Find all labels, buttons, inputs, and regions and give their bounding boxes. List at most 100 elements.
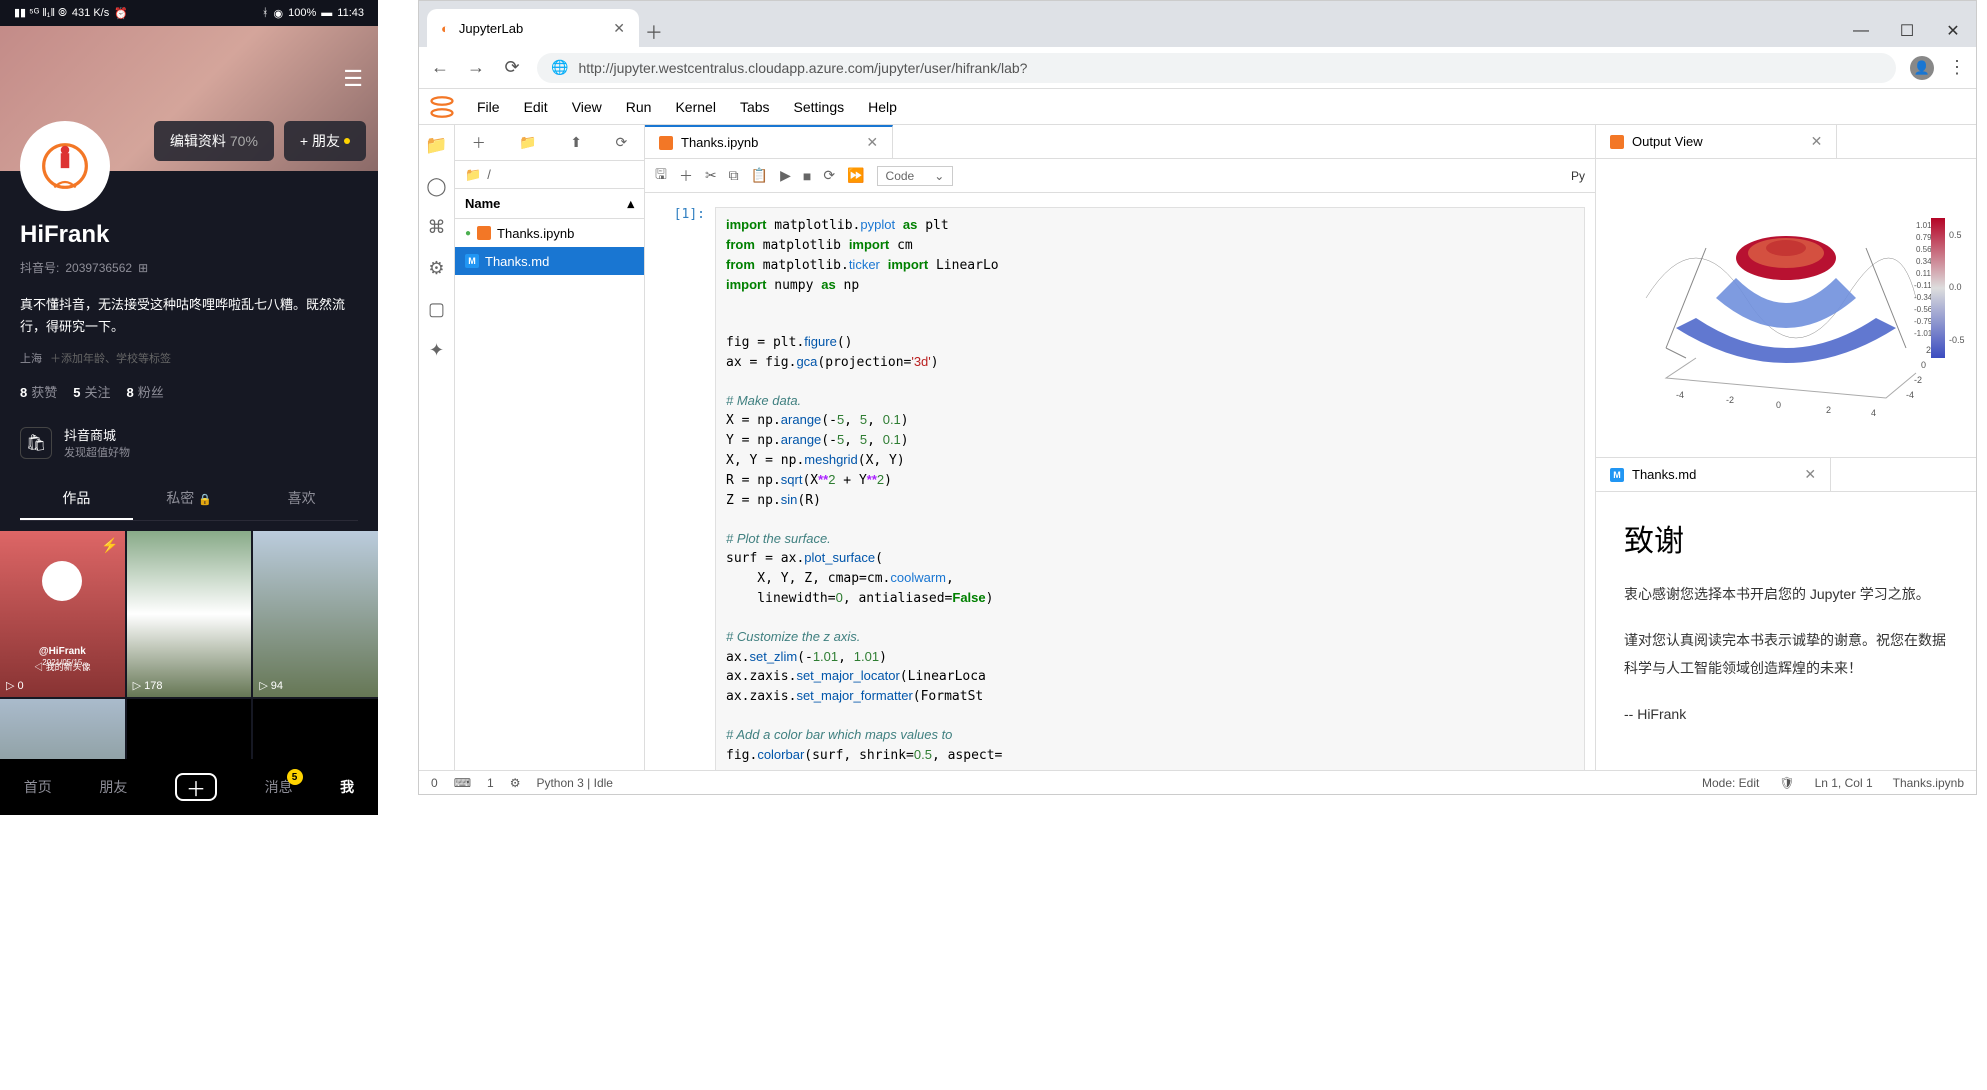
svg-text:-0.79: -0.79 xyxy=(1914,317,1933,326)
file-item[interactable]: M Thanks.md xyxy=(455,247,644,275)
svg-text:1.01: 1.01 xyxy=(1916,221,1932,230)
file-item[interactable]: ● Thanks.ipynb xyxy=(455,219,644,247)
status-bar: 0 ⌨ 1 ⚙ Python 3 | Idle Mode: Edit 🛡 Ln … xyxy=(419,770,1976,794)
video-thumb[interactable]: ⚡ @HiFrank 2021/05/15 ◁ 我的新头像 ▷0 xyxy=(0,531,125,697)
svg-text:-0.56: -0.56 xyxy=(1914,305,1933,314)
cell-type-select[interactable]: Code⌄ xyxy=(877,166,954,186)
breadcrumb[interactable]: 📁/ xyxy=(455,161,644,189)
hamburger-icon[interactable]: ☰ xyxy=(343,66,363,92)
tabs-icon[interactable]: ▢ xyxy=(428,299,445,320)
shield-icon[interactable]: 🛡 xyxy=(1779,776,1794,790)
close-window-button[interactable]: ✕ xyxy=(1930,15,1976,47)
code-cell[interactable]: [1]: import matplotlib.pyplot as plt fro… xyxy=(655,207,1585,770)
kernel-status[interactable]: Python 3 | Idle xyxy=(536,776,613,790)
markdown-file-icon: M xyxy=(1610,468,1624,482)
svg-text:2: 2 xyxy=(1826,405,1831,415)
cut-icon[interactable]: ✂ xyxy=(705,167,717,184)
menu-settings[interactable]: Settings xyxy=(782,93,857,121)
stat-following[interactable]: 5关注 xyxy=(73,382,110,401)
close-icon[interactable]: ✕ xyxy=(866,134,878,151)
copy-icon[interactable]: ⧉ xyxy=(729,167,739,184)
mall-link[interactable]: 🛍 抖音商城 发现超值好物 xyxy=(20,417,358,468)
nav-me[interactable]: 我 xyxy=(340,777,354,797)
menu-kernel[interactable]: Kernel xyxy=(663,93,727,121)
video-thumb[interactable]: ▷94 xyxy=(253,531,378,697)
svg-text:2: 2 xyxy=(1926,345,1931,355)
new-tab-button[interactable]: ＋ xyxy=(639,17,669,47)
browser-tab[interactable]: ◐ JupyterLab ✕ xyxy=(427,9,639,47)
reload-button[interactable]: ⟳ xyxy=(501,57,523,78)
tab-likes[interactable]: 喜欢 xyxy=(245,478,358,520)
tab-works[interactable]: 作品 xyxy=(20,478,133,520)
back-button[interactable]: ← xyxy=(429,57,451,78)
close-icon[interactable]: ✕ xyxy=(1811,133,1823,150)
menu-edit[interactable]: Edit xyxy=(512,93,560,121)
menu-file[interactable]: File xyxy=(465,93,512,121)
close-icon[interactable]: ✕ xyxy=(1804,466,1816,483)
run-all-icon[interactable]: ⏩ xyxy=(847,167,864,184)
run-icon[interactable]: ▶ xyxy=(780,167,791,184)
browser-menu-icon[interactable]: ⋮ xyxy=(1948,57,1966,78)
tab-private[interactable]: 私密 🔒 xyxy=(133,478,246,520)
md-paragraph: 谨对您认真阅读完本书表示诚挚的谢意。祝您在数据科学与人工智能领域创造辉煌的未来！ xyxy=(1624,626,1948,682)
bottom-nav: 首页 朋友 ＋ 消息5 我 xyxy=(0,759,378,815)
save-icon[interactable]: 🖫 xyxy=(655,164,667,188)
alarm-icon: ⏰ xyxy=(114,7,128,20)
file-list-header[interactable]: Name▴ xyxy=(455,189,644,219)
shop-icon: 🛍 xyxy=(20,427,52,459)
menu-run[interactable]: Run xyxy=(614,93,664,121)
restart-icon[interactable]: ⟳ xyxy=(823,167,835,184)
folder-icon: 📁 xyxy=(465,167,481,183)
add-cell-icon[interactable]: ＋ xyxy=(679,166,693,186)
settings-icon[interactable]: ⚙ xyxy=(510,776,521,790)
user-avatar-icon[interactable]: 👤 xyxy=(1910,56,1934,80)
svg-text:-4: -4 xyxy=(1676,390,1684,400)
video-thumb[interactable]: ▷178 xyxy=(127,531,252,697)
terminal-icon[interactable]: ⌨ xyxy=(454,776,471,790)
paste-icon[interactable]: 📋 xyxy=(751,167,768,184)
markdown-file-icon: M xyxy=(465,254,479,268)
url-input[interactable]: 🌐 http://jupyter.westcentralus.cloudapp.… xyxy=(537,53,1896,83)
edit-profile-button[interactable]: 编辑资料 70% xyxy=(154,121,274,161)
svg-text:-0.5: -0.5 xyxy=(1949,335,1965,345)
menu-tabs[interactable]: Tabs xyxy=(728,93,782,121)
nav-create-button[interactable]: ＋ xyxy=(175,773,217,801)
add-friend-button[interactable]: + 朋友 xyxy=(284,121,366,161)
menu-help[interactable]: Help xyxy=(856,93,909,121)
refresh-icon[interactable]: ⟳ xyxy=(615,134,627,151)
stat-fans[interactable]: 8粉丝 xyxy=(127,382,164,401)
nav-messages[interactable]: 消息5 xyxy=(265,777,293,797)
nav-home[interactable]: 首页 xyxy=(24,777,52,797)
upload-icon[interactable]: ⬆ xyxy=(570,134,582,151)
location-icon: ◉ xyxy=(274,7,284,20)
stop-icon[interactable]: ■ xyxy=(803,168,811,184)
svg-text:0: 0 xyxy=(1776,400,1781,410)
nav-friends[interactable]: 朋友 xyxy=(99,777,127,797)
settings-icon[interactable]: ⚙ xyxy=(428,258,444,279)
running-icon[interactable]: ◯ xyxy=(426,176,446,197)
new-folder-icon[interactable]: 📁 xyxy=(519,134,536,151)
avatar[interactable] xyxy=(20,121,110,211)
add-tag-button[interactable]: ＋添加年龄、学校等标签 xyxy=(50,350,171,366)
forward-button[interactable]: → xyxy=(465,57,487,78)
markdown-tab[interactable]: M Thanks.md ✕ xyxy=(1596,458,1831,491)
play-icon: ▷ xyxy=(6,679,14,692)
notebook-file-icon xyxy=(659,136,673,150)
extension-icon[interactable]: ✦ xyxy=(429,340,444,361)
location-tag[interactable]: 上海 xyxy=(20,350,42,366)
commands-icon[interactable]: ⌘ xyxy=(428,217,446,238)
qr-icon[interactable]: ⊞ xyxy=(138,261,148,275)
code-editor[interactable]: import matplotlib.pyplot as plt from mat… xyxy=(715,207,1585,770)
close-tab-icon[interactable]: ✕ xyxy=(613,20,625,37)
user-id: 抖音号: 2039736562 ⊞ xyxy=(20,259,358,276)
kernel-indicator[interactable]: Py xyxy=(1571,169,1585,183)
svg-text:-4: -4 xyxy=(1906,390,1914,400)
maximize-button[interactable]: ☐ xyxy=(1884,15,1930,47)
folder-icon[interactable]: 📁 xyxy=(425,135,447,156)
notebook-tab[interactable]: Thanks.ipynb ✕ xyxy=(645,125,893,158)
output-view-tab[interactable]: Output View ✕ xyxy=(1596,125,1837,158)
stat-likes[interactable]: 8获赞 xyxy=(20,382,57,401)
minimize-button[interactable]: — xyxy=(1838,15,1884,47)
menu-view[interactable]: View xyxy=(560,93,614,121)
new-launcher-icon[interactable]: ＋ xyxy=(472,133,486,153)
